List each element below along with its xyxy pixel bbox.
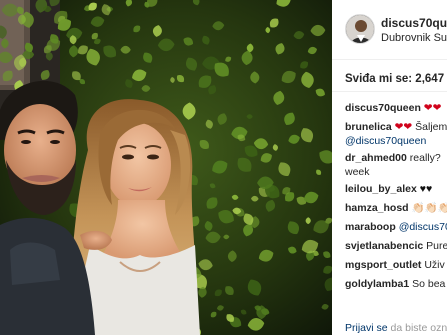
comment-text: So bea	[412, 278, 446, 290]
comment-item: hamza_hosd 👏🏻👏🏻👏🏻	[345, 201, 447, 220]
comment-text-line2: week	[345, 166, 370, 178]
comment-item: svjetlanabencic Pure	[345, 239, 447, 258]
comment-item: leilou_by_alex ♥♥	[345, 182, 447, 201]
black-heart-emoji: ♥♥	[419, 183, 433, 195]
clap-emoji: 👏🏻👏🏻👏🏻	[411, 202, 447, 214]
post-photo[interactable]	[0, 0, 332, 335]
location-link[interactable]: Dubrovnik Su	[381, 32, 447, 44]
comment-mention[interactable]: @discus70queen	[345, 135, 426, 147]
comment-username[interactable]: brunelica	[345, 121, 392, 133]
comment-item: dr_ahmed00 really? week	[345, 151, 447, 182]
comment-list: discus70queen ❤❤ brunelica ❤❤ Šaljem @di…	[345, 101, 447, 296]
avatar-image	[346, 15, 374, 43]
login-link[interactable]: Prijavi se	[345, 322, 388, 334]
comment-item: maraboop @discus70	[345, 220, 447, 239]
login-prompt-text: da biste ozn	[390, 322, 447, 334]
post-sidebar: discus70queen Dubrovnik Su Sviđa mi se: …	[332, 0, 447, 335]
comment-username[interactable]: goldylamba1	[345, 278, 409, 290]
comment-username[interactable]: discus70queen	[345, 102, 421, 114]
comment-username[interactable]: svjetlanabencic	[345, 240, 423, 252]
comment-username[interactable]: mgsport_outlet	[345, 259, 421, 271]
comment-username[interactable]: maraboop	[345, 221, 396, 233]
post-header: discus70queen Dubrovnik Su	[332, 0, 447, 60]
owner-username-link[interactable]: discus70queen	[381, 16, 447, 30]
comment-mention[interactable]: @discus70	[399, 221, 447, 233]
comment-username[interactable]: dr_ahmed00	[345, 152, 407, 164]
comment-item: mgsport_outlet Uživ	[345, 258, 447, 277]
login-prompt: Prijavi se da biste ozn	[345, 322, 447, 334]
comment-text: really?	[409, 152, 441, 164]
comment-username[interactable]: leilou_by_alex	[345, 183, 417, 195]
comment-text: Pure	[426, 240, 447, 252]
comment-text: Šaljem	[415, 121, 447, 133]
divider	[332, 91, 447, 92]
comment-item: brunelica ❤❤ Šaljem @discus70queen	[345, 120, 447, 151]
comment-text: Uživ	[424, 259, 445, 271]
photo-illustration	[0, 0, 332, 335]
comment-item: discus70queen ❤❤	[345, 101, 447, 120]
comment-username[interactable]: hamza_hosd	[345, 202, 409, 214]
owner-avatar[interactable]	[345, 14, 375, 44]
heart-emoji: ❤❤	[394, 121, 413, 133]
heart-emoji: ❤❤	[423, 102, 442, 114]
comment-item: goldylamba1 So bea	[345, 277, 447, 296]
likes-count[interactable]: Sviđa mi se: 2,647	[345, 73, 444, 85]
